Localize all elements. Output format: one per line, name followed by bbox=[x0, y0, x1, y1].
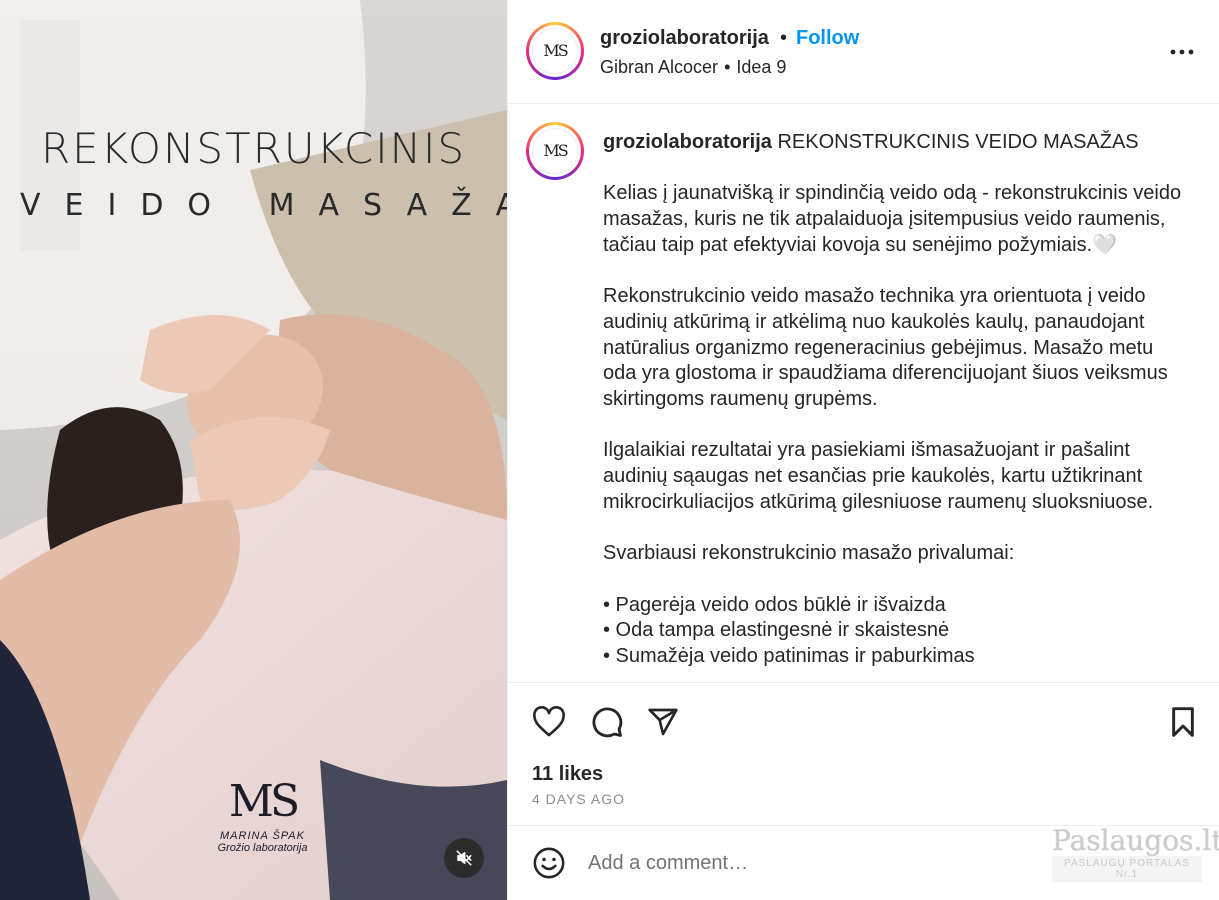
post-media[interactable]: REKONSTRUKCINIS VEIDO MASAŽAS MS MARINA … bbox=[0, 0, 507, 900]
follow-button[interactable]: Follow bbox=[796, 27, 859, 50]
caption-paragraph-4: Svarbiausi rekonstrukcinio masažo prival… bbox=[603, 542, 1015, 565]
post-panel: MS groziolaboratorija • Follow Gibran Al… bbox=[507, 0, 1219, 900]
more-options-button[interactable] bbox=[1168, 38, 1196, 66]
emoji-icon bbox=[533, 847, 565, 879]
media-logo: MS MARINA ŠPAK Grožio laboratorija bbox=[205, 776, 320, 855]
watermark: Paslaugos.lt PASLAUGŲ PORTALAS Nr.1 bbox=[1052, 824, 1219, 882]
likes-count[interactable]: 11 likes bbox=[532, 763, 603, 786]
action-bar: 11 likes 4 DAYS AGO bbox=[508, 682, 1219, 826]
emoji-button[interactable] bbox=[530, 844, 568, 882]
save-button[interactable] bbox=[1164, 703, 1202, 741]
avatar[interactable]: MS bbox=[526, 22, 584, 80]
post-header: MS groziolaboratorija • Follow Gibran Al… bbox=[508, 0, 1219, 104]
caption-area[interactable]: MS groziolaboratorija REKONSTRUKCINIS VE… bbox=[508, 104, 1219, 682]
caption-avatar[interactable]: MS bbox=[526, 122, 584, 180]
header-username[interactable]: groziolaboratorija bbox=[600, 27, 769, 50]
watermark-tagline: PASLAUGŲ PORTALAS Nr.1 bbox=[1052, 856, 1202, 882]
audio-track[interactable]: Idea 9 bbox=[736, 57, 786, 77]
share-button[interactable] bbox=[644, 703, 682, 741]
header-dot: • bbox=[780, 27, 788, 49]
audio-artist[interactable]: Gibran Alcocer bbox=[600, 57, 718, 77]
mute-icon bbox=[456, 850, 472, 866]
comment-icon bbox=[592, 707, 623, 738]
share-icon bbox=[648, 708, 678, 736]
logo-subtitle: Grožio laboratorija bbox=[217, 842, 308, 854]
like-button[interactable] bbox=[530, 703, 568, 741]
more-icon bbox=[1170, 49, 1194, 55]
comment-input[interactable] bbox=[588, 848, 1028, 878]
caption-bullet-3: • Sumažėja veido patinimas ir paburkimas bbox=[603, 644, 975, 667]
logo-mark: MS bbox=[228, 776, 300, 827]
caption-avatar-mark: MS bbox=[543, 141, 568, 160]
comment-button[interactable] bbox=[588, 703, 626, 741]
caption-username[interactable]: groziolaboratorija bbox=[603, 131, 772, 153]
audio-sep: • bbox=[724, 57, 731, 77]
caption-paragraph-1: Kelias į jaunatvišką ir spindinčią veido… bbox=[603, 182, 1182, 256]
post-timestamp[interactable]: 4 DAYS AGO bbox=[532, 791, 625, 807]
media-title-line2: VEIDO MASAŽAS bbox=[20, 188, 507, 223]
caption-bullet-1: • Pagerėja veido odos būklė ir išvaizda bbox=[603, 593, 946, 616]
caption-paragraph-2: Rekonstrukcinio veido masažo technika yr… bbox=[603, 285, 1168, 410]
heart-icon bbox=[533, 706, 565, 737]
bookmark-icon bbox=[1172, 707, 1194, 737]
audio-info[interactable]: Gibran Alcocer • Idea 9 bbox=[600, 57, 786, 78]
watermark-brand: Paslaugos.lt bbox=[1052, 824, 1219, 857]
caption-paragraph-3: Ilgalaikiai rezultatai yra pasiekiami iš… bbox=[603, 439, 1154, 513]
caption-bullet-2: • Oda tampa elastingesnė ir skaistesnė bbox=[603, 619, 950, 642]
logo-name: MARINA ŠPAK bbox=[220, 830, 305, 842]
avatar-mark: MS bbox=[543, 41, 568, 60]
caption-text: groziolaboratorija REKONSTRUKCINIS VEIDO… bbox=[603, 130, 1188, 670]
caption-headline: REKONSTRUKCINIS VEIDO MASAŽAS bbox=[777, 131, 1139, 153]
media-title-line1: REKONSTRUKCINIS bbox=[40, 124, 467, 173]
mute-button[interactable] bbox=[444, 838, 484, 878]
